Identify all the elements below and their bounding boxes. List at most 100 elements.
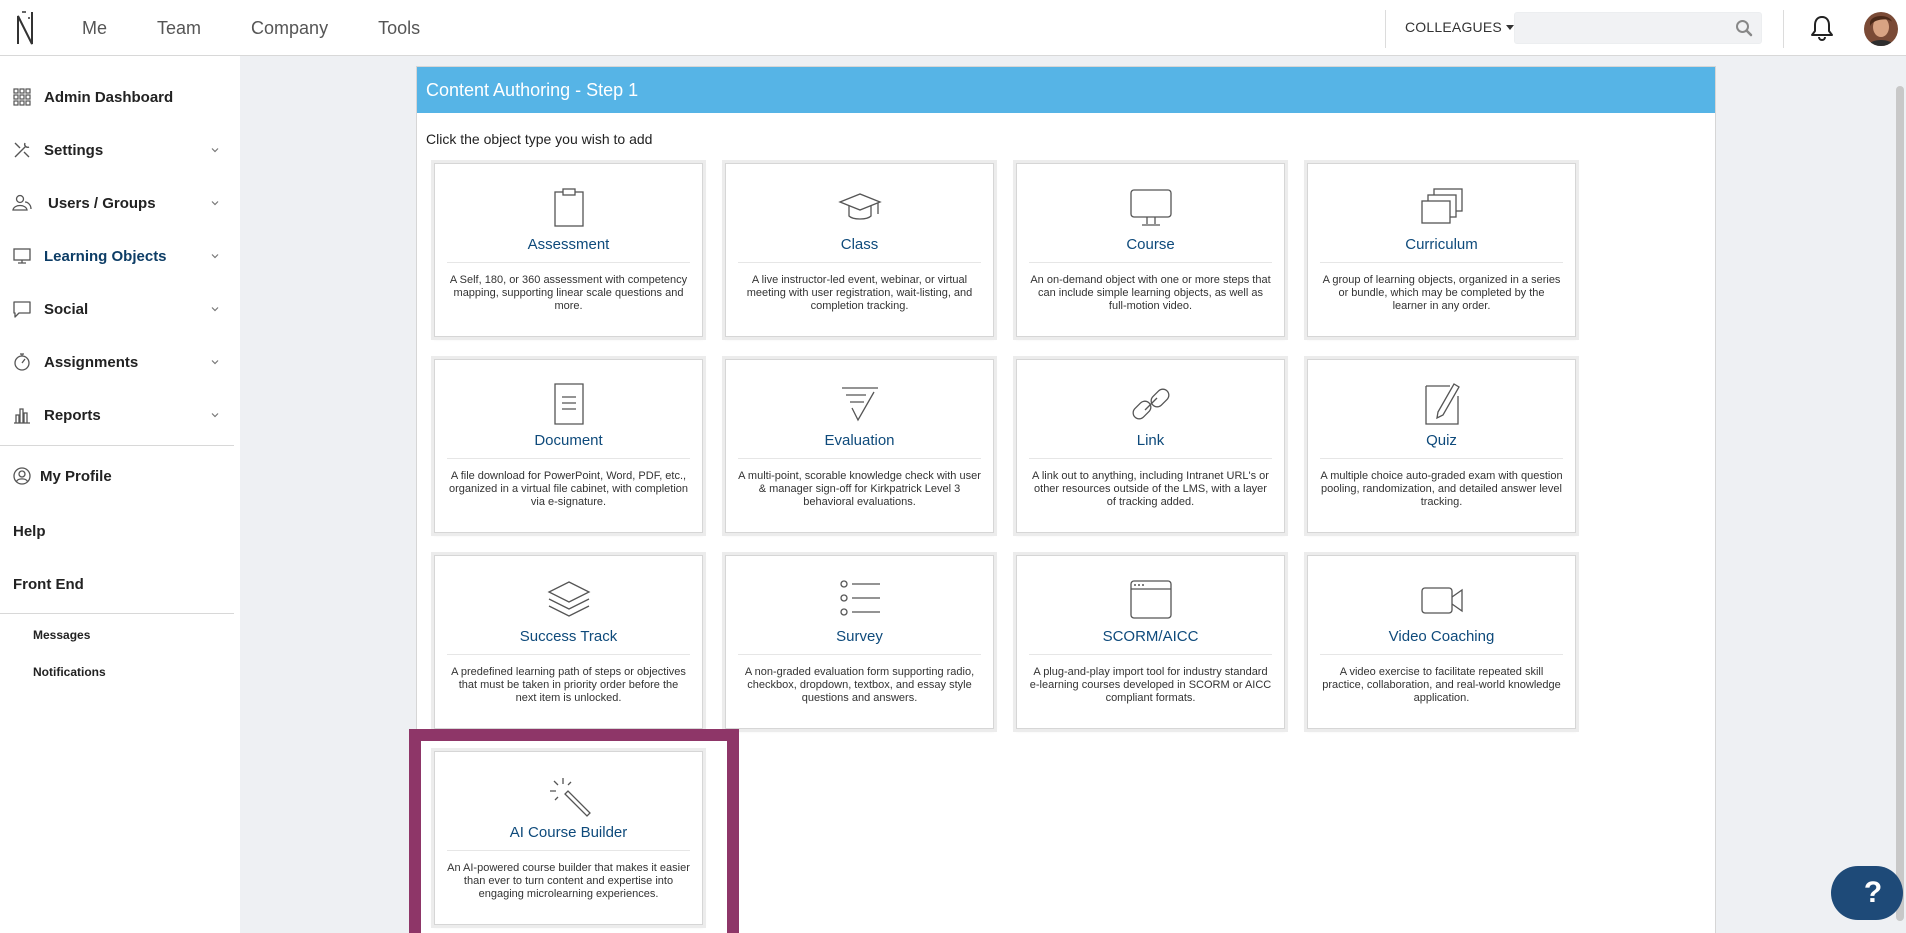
graduation-cap-icon (837, 193, 882, 220)
divider (738, 654, 981, 655)
card-title: AI Course Builder (509, 824, 628, 841)
card-ai-course-builder[interactable]: AI Course Builder An AI-powered course b… (434, 751, 703, 925)
video-camera-icon (1420, 587, 1463, 614)
card-title: Document (534, 432, 603, 449)
nav-team[interactable]: Team (157, 18, 201, 39)
divider (447, 262, 690, 263)
sidebar-item-label: Settings (44, 141, 104, 159)
scrollbar[interactable] (1896, 86, 1904, 921)
nav-company[interactable]: Company (251, 18, 328, 39)
card-description: A video exercise to facilitate repeated … (1322, 666, 1561, 704)
nav-me[interactable]: Me (82, 18, 107, 39)
divider (1029, 654, 1272, 655)
sidebar-item-messages[interactable]: Messages (33, 628, 90, 642)
card-description: A group of learning objects, organized i… (1322, 274, 1561, 312)
search-icon[interactable] (1735, 19, 1753, 37)
divider (447, 458, 690, 459)
sidebar-item-notifications[interactable]: Notifications (33, 665, 106, 679)
card-evaluation[interactable]: Evaluation A multi-point, scorable knowl… (725, 359, 994, 533)
sidebar-item-reports[interactable]: Reports (0, 395, 234, 435)
divider (1029, 262, 1272, 263)
clipboard-icon (553, 188, 584, 227)
grid-icon (13, 88, 31, 106)
sidebar-item-learning-objects[interactable]: Learning Objects (0, 236, 234, 276)
card-document[interactable]: Document A file download for PowerPoint,… (434, 359, 703, 533)
card-class[interactable]: Class A live instructor-led event, webin… (725, 163, 994, 337)
sidebar-item-users-groups[interactable]: Users / Groups (0, 183, 234, 223)
checklist-icon (841, 387, 878, 422)
divider (447, 654, 690, 655)
card-assessment[interactable]: Assessment A Self, 180, or 360 assessmen… (434, 163, 703, 337)
card-scorm-aicc[interactable]: SCORM/AICC A plug-and-play import tool f… (1016, 555, 1285, 729)
bell-icon[interactable] (1808, 14, 1836, 42)
divider (1320, 654, 1563, 655)
sidebar-item-front-end[interactable]: Front End (13, 576, 84, 593)
card-description: A predefined learning path of steps or o… (451, 666, 686, 704)
card-description: A file download for PowerPoint, Word, PD… (448, 470, 689, 508)
card-video-coaching[interactable]: Video Coaching A video exercise to facil… (1307, 555, 1576, 729)
sidebar-item-my-profile[interactable]: My Profile (0, 456, 234, 496)
card-title: Quiz (1426, 432, 1457, 449)
card-description: A live instructor-led event, webinar, or… (746, 274, 973, 312)
card-curriculum[interactable]: Curriculum A group of learning objects, … (1307, 163, 1576, 337)
sidebar-item-social[interactable]: Social (0, 289, 234, 329)
sidebar-item-admin-dashboard[interactable]: Admin Dashboard (0, 77, 234, 117)
content-authoring-panel: Content Authoring - Step 1 Click the obj… (409, 66, 1716, 933)
nav-tools[interactable]: Tools (378, 18, 420, 39)
chevron-down-icon (211, 413, 219, 418)
card-description: A non-graded evaluation form supporting … (744, 666, 975, 704)
sidebar-item-label: Reports (44, 406, 101, 424)
card-survey[interactable]: Survey A non-graded evaluation form supp… (725, 555, 994, 729)
card-description: An on-demand object with one or more ste… (1030, 274, 1271, 312)
divider (1029, 458, 1272, 459)
instruction-text: Click the object type you wish to add (426, 131, 653, 147)
card-success-track[interactable]: Success Track A predefined learning path… (434, 555, 703, 729)
card-title: Assessment (527, 236, 610, 253)
stacked-windows-icon (1420, 188, 1463, 224)
avatar[interactable] (1864, 12, 1898, 46)
search-input[interactable] (1515, 13, 1725, 43)
card-quiz[interactable]: Quiz A multiple choice auto-graded exam … (1307, 359, 1576, 533)
divider (447, 850, 690, 851)
card-description: A multi-point, scorable knowledge check … (738, 470, 981, 508)
sidebar-item-settings[interactable]: Settings (0, 130, 234, 170)
sidebar-item-assignments[interactable]: Assignments (0, 342, 234, 382)
panel-header: Content Authoring - Step 1 (417, 67, 1715, 113)
stopwatch-icon (14, 353, 30, 371)
pencil-paper-icon (1424, 383, 1460, 425)
divider (1320, 458, 1563, 459)
chevron-down-icon (211, 254, 219, 259)
divider (1320, 262, 1563, 263)
card-title: Video Coaching (1388, 628, 1495, 645)
card-description: A Self, 180, or 360 assessment with comp… (449, 274, 688, 312)
divider (738, 458, 981, 459)
card-course[interactable]: Course An on-demand object with one or m… (1016, 163, 1285, 337)
magic-wand-icon (549, 778, 591, 817)
users-icon (12, 194, 32, 211)
chevron-down-icon (211, 148, 219, 153)
sidebar-item-label: Learning Objects (44, 247, 167, 265)
sidebar-item-help[interactable]: Help (13, 523, 46, 540)
card-description: An AI-powered course builder that makes … (447, 862, 690, 900)
logo[interactable] (14, 8, 38, 48)
card-description: A plug-and-play import tool for industry… (1029, 666, 1272, 704)
main-nav: Me Team Company Tools (82, 0, 420, 56)
document-icon (553, 383, 584, 425)
card-title: Class (840, 236, 879, 253)
sidebar-item-label: My Profile (40, 467, 112, 485)
chevron-down-icon (211, 307, 219, 312)
search-box (1514, 12, 1762, 44)
caret-down-icon (1505, 25, 1514, 30)
divider (0, 445, 234, 446)
card-title: Survey (836, 628, 883, 645)
browser-window-icon (1129, 580, 1172, 619)
colleagues-dropdown[interactable]: COLLEAGUES (1405, 19, 1514, 35)
help-button[interactable]: ? (1831, 866, 1903, 920)
card-description: A multiple choice auto-graded exam with … (1320, 470, 1563, 508)
card-title: Curriculum (1405, 236, 1478, 253)
card-title: SCORM/AICC (1102, 628, 1199, 645)
chevron-down-icon (211, 360, 219, 365)
main-content: Content Authoring - Step 1 Click the obj… (240, 56, 1906, 933)
card-title: Success Track (519, 628, 618, 645)
card-link[interactable]: Link A link out to anything, including I… (1016, 359, 1285, 533)
